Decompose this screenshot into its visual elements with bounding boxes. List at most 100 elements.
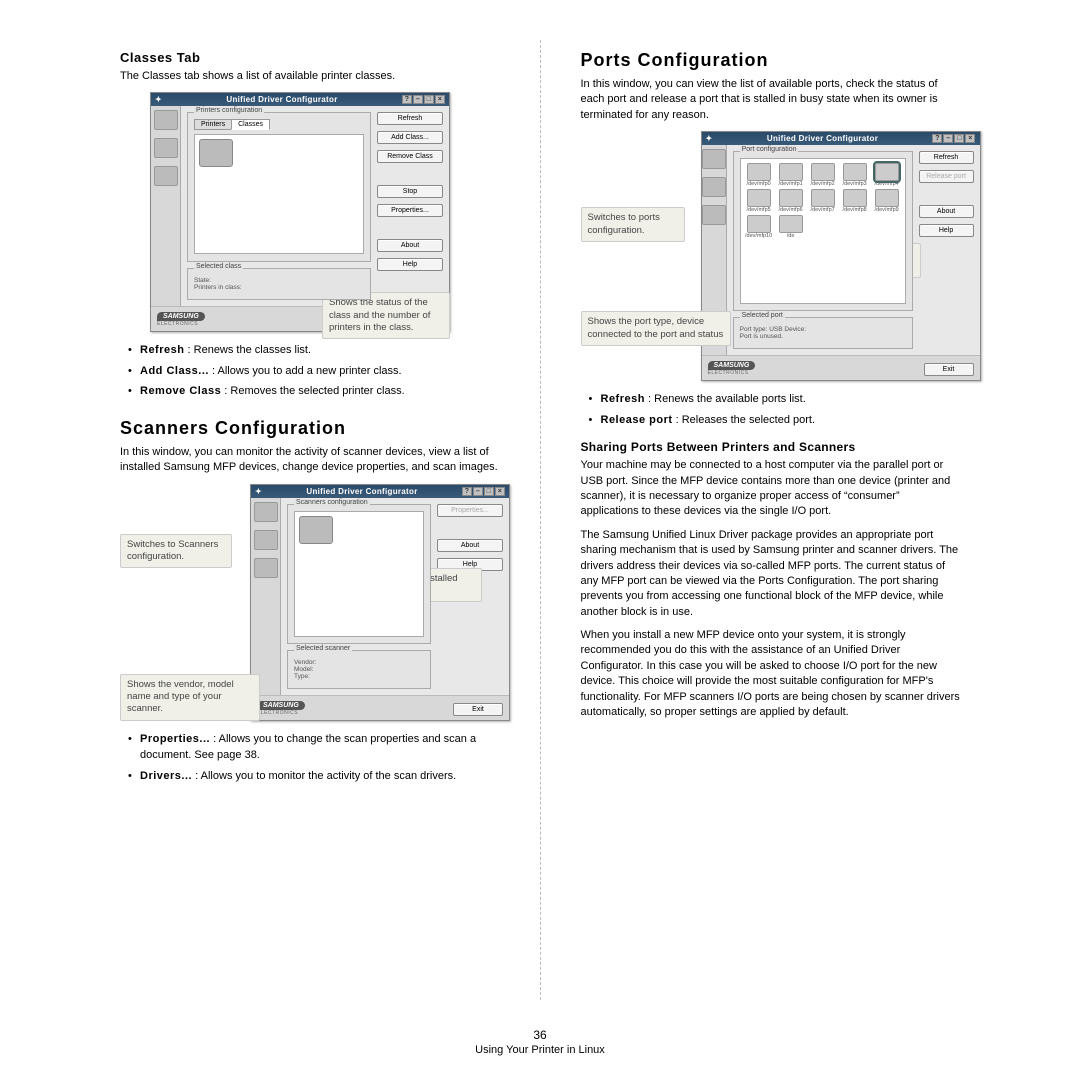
sharing-p3: When you install a new MFP device onto y… xyxy=(581,628,961,720)
scanners-desc: In this window, you can monitor the acti… xyxy=(120,445,500,476)
port-icon[interactable] xyxy=(843,189,867,207)
titlebar: ✦ Unified Driver Configurator ? – □ × xyxy=(151,93,449,106)
maximize-icon[interactable]: □ xyxy=(954,134,964,143)
port-nav-icon[interactable] xyxy=(254,558,278,578)
ports-desc: In this window, you can view the list of… xyxy=(581,77,961,123)
remove-class-button[interactable]: Remove Class xyxy=(377,150,443,163)
port-icon[interactable] xyxy=(779,163,803,181)
help-icon[interactable]: ? xyxy=(932,134,942,143)
selected-class-label: Selected class xyxy=(194,263,243,270)
state-label: State: xyxy=(194,277,364,284)
refresh-button[interactable]: Refresh xyxy=(377,112,443,125)
help-button[interactable]: Help xyxy=(377,258,443,271)
group-label: Port configuration xyxy=(740,146,799,153)
scanner-icon xyxy=(299,516,333,544)
printer-nav-icon[interactable] xyxy=(254,502,278,522)
titlebar-icon: ✦ xyxy=(706,134,713,143)
selected-port-label: Selected port xyxy=(740,312,785,319)
minimize-icon[interactable]: – xyxy=(473,487,483,496)
window-title: Unified Driver Configurator xyxy=(306,487,417,496)
port-nav-icon[interactable] xyxy=(154,166,178,186)
add-class-button[interactable]: Add Class... xyxy=(377,131,443,144)
samsung-logo: SAMSUNG xyxy=(708,361,756,370)
about-button[interactable]: About xyxy=(919,205,974,218)
port-icon-selected[interactable] xyxy=(875,163,899,181)
help-icon[interactable]: ? xyxy=(462,487,472,496)
exit-button[interactable]: Exit xyxy=(924,363,974,376)
maximize-icon[interactable]: □ xyxy=(484,487,494,496)
minimize-icon[interactable]: – xyxy=(943,134,953,143)
sharing-p1: Your machine may be connected to a host … xyxy=(581,458,961,520)
scanner-nav-icon[interactable] xyxy=(154,138,178,158)
titlebar-icon: ✦ xyxy=(155,95,162,104)
classes-tab-heading: Classes Tab xyxy=(120,50,500,65)
bullet-refresh-ports: Refresh : Renews the available ports lis… xyxy=(593,391,961,408)
close-icon[interactable]: × xyxy=(965,134,975,143)
page-number: 36 xyxy=(0,1028,1080,1042)
help-button[interactable]: Help xyxy=(919,224,974,237)
port-icon[interactable] xyxy=(779,215,803,233)
window-title: Unified Driver Configurator xyxy=(767,134,878,143)
callout-vendor: Shows the vendor, model name and type of… xyxy=(120,674,260,721)
titlebar-icon: ✦ xyxy=(255,487,262,496)
sharing-heading: Sharing Ports Between Printers and Scann… xyxy=(581,440,961,454)
window-controls[interactable]: ? – □ × xyxy=(462,487,505,496)
bullet-drivers: Drivers... : Allows you to monitor the a… xyxy=(132,768,500,785)
callout-port-type: Shows the port type, device connected to… xyxy=(581,311,731,346)
count-label: Printers in class: xyxy=(194,284,364,291)
samsung-logo: SAMSUNG xyxy=(157,312,205,321)
window-controls[interactable]: ? – □ × xyxy=(402,95,445,104)
scanner-nav-icon[interactable] xyxy=(702,177,726,197)
tab-printers[interactable]: Printers xyxy=(194,119,232,130)
port-icon[interactable] xyxy=(779,189,803,207)
printer-nav-icon[interactable] xyxy=(154,110,178,130)
printer-nav-icon[interactable] xyxy=(702,149,726,169)
page-footer: 36 Using Your Printer in Linux xyxy=(0,1028,1080,1056)
help-icon[interactable]: ? xyxy=(402,95,412,104)
port-icon[interactable] xyxy=(811,163,835,181)
bullet-add-class: Add Class... : Allows you to add a new p… xyxy=(132,363,500,380)
vendor-label: Vendor: xyxy=(294,659,424,666)
port-icon[interactable] xyxy=(747,215,771,233)
port-icon[interactable] xyxy=(747,163,771,181)
tab-classes[interactable]: Classes xyxy=(231,119,270,130)
bullet-release-port: Release port : Releases the selected por… xyxy=(593,412,961,429)
refresh-button[interactable]: Refresh xyxy=(919,151,974,164)
bullet-properties: Properties... : Allows you to change the… xyxy=(132,731,500,764)
scanner-nav-icon[interactable] xyxy=(254,530,278,550)
port-icon[interactable] xyxy=(875,189,899,207)
stop-button[interactable]: Stop xyxy=(377,185,443,198)
callout-switch-scanners: Switches to Scanners configuration. xyxy=(120,534,232,569)
port-icon[interactable] xyxy=(811,189,835,207)
properties-button[interactable]: Properties... xyxy=(377,204,443,217)
selected-scanner-label: Selected scanner xyxy=(294,645,352,652)
maximize-icon[interactable]: □ xyxy=(424,95,434,104)
group-label: Printers configuration xyxy=(194,107,264,114)
classes-tab-desc: The Classes tab shows a list of availabl… xyxy=(120,69,500,84)
scanners-heading: Scanners Configuration xyxy=(120,418,500,439)
window-controls[interactable]: ? – □ × xyxy=(932,134,975,143)
titlebar: ✦ Unified Driver Configurator ? – □ × xyxy=(251,485,509,498)
exit-button[interactable]: Exit xyxy=(453,703,503,716)
bullet-refresh: Refresh : Renews the classes list. xyxy=(132,342,500,359)
port-icon[interactable] xyxy=(843,163,867,181)
app-window-scanners: ✦ Unified Driver Configurator ? – □ × xyxy=(250,484,510,721)
about-button[interactable]: About xyxy=(437,539,503,552)
callout-switch-ports: Switches to ports configuration. xyxy=(581,207,685,242)
app-window-ports: ✦ Unified Driver Configurator ? – □ × xyxy=(701,131,981,381)
close-icon[interactable]: × xyxy=(495,487,505,496)
column-divider xyxy=(540,40,541,1000)
sharing-p2: The Samsung Unified Linux Driver package… xyxy=(581,528,961,620)
model-label: Model: xyxy=(294,666,424,673)
release-port-button[interactable]: Release port xyxy=(919,170,974,183)
samsung-sub: ELECTRONICS xyxy=(257,710,305,716)
port-icon[interactable] xyxy=(747,189,771,207)
titlebar: ✦ Unified Driver Configurator ? – □ × xyxy=(702,132,980,145)
properties-button[interactable]: Properties... xyxy=(437,504,503,517)
window-title: Unified Driver Configurator xyxy=(226,95,337,104)
printer-icon xyxy=(199,139,233,167)
close-icon[interactable]: × xyxy=(435,95,445,104)
port-nav-icon[interactable] xyxy=(702,205,726,225)
about-button[interactable]: About xyxy=(377,239,443,252)
minimize-icon[interactable]: – xyxy=(413,95,423,104)
